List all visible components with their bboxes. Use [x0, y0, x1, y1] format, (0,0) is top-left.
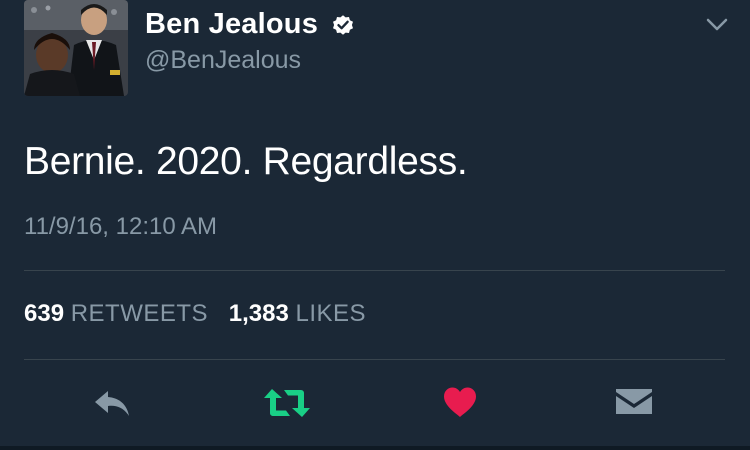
likes-stat[interactable]: 1,383 LIKES: [229, 300, 366, 328]
tweet-timestamp: 11/9/16, 12:10 AM: [24, 213, 218, 240]
reply-button[interactable]: [92, 385, 132, 421]
direct-message-button[interactable]: [614, 385, 654, 421]
tweet-text: Bernie. 2020. Regardless.: [24, 140, 468, 183]
heart-icon: [444, 387, 476, 417]
retweet-icon: [264, 389, 310, 417]
user-handle[interactable]: @BenJealous: [145, 46, 301, 75]
retweet-button[interactable]: [262, 385, 312, 421]
like-button[interactable]: [442, 385, 478, 421]
chevron-down-icon[interactable]: [706, 18, 728, 32]
likes-label: LIKES: [295, 300, 367, 327]
retweets-label: RETWEETS: [70, 300, 209, 327]
bottom-edge: [0, 446, 750, 450]
retweets-count: 639: [24, 300, 65, 327]
direct-message-icon: [616, 389, 652, 414]
avatar[interactable]: [24, 0, 128, 96]
divider: [24, 359, 725, 360]
verified-badge-icon: [331, 13, 355, 37]
tweet-stats: 639 RETWEETS 1,383 LIKES: [24, 300, 380, 328]
retweets-stat[interactable]: 639 RETWEETS: [24, 300, 208, 328]
likes-count: 1,383: [228, 300, 289, 327]
reply-icon: [95, 391, 129, 416]
divider: [24, 270, 725, 271]
display-name[interactable]: Ben Jealous: [145, 8, 318, 41]
